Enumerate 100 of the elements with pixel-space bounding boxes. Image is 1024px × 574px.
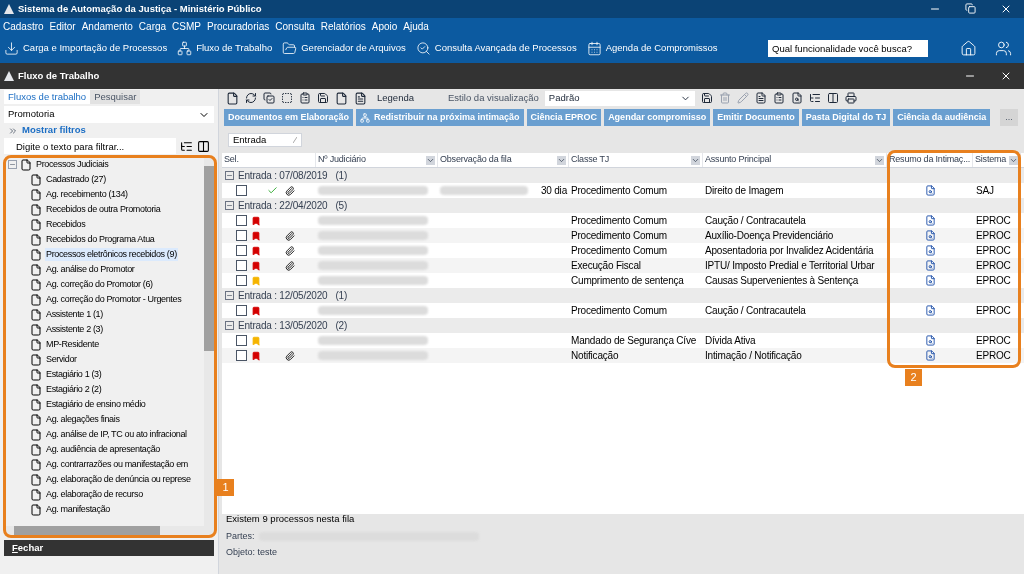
row-checkbox[interactable]	[236, 260, 247, 271]
tree-item[interactable]: Assistente 2 (3)	[45, 322, 104, 337]
column-header[interactable]: Classe TJ	[569, 153, 703, 167]
home-icon[interactable]	[960, 40, 977, 57]
dropdown-icon[interactable]	[426, 155, 435, 165]
document-search-icon[interactable]	[924, 350, 936, 361]
filters-link[interactable]: Mostrar filtros	[0, 123, 218, 138]
collapse-icon[interactable]	[225, 291, 234, 300]
column-header[interactable]: Resumo da Intimaç...	[887, 153, 973, 167]
dropdown-icon[interactable]	[691, 155, 700, 165]
menu-item[interactable]: Consulta	[275, 18, 315, 34]
document-search-icon[interactable]	[924, 185, 936, 196]
tree-item[interactable]: Assistente 1 (1)	[45, 307, 104, 322]
collapse-icon[interactable]	[225, 321, 234, 330]
row-checkbox[interactable]	[236, 230, 247, 241]
view-style-select[interactable]: Padrão	[544, 90, 695, 106]
row-checkbox[interactable]	[236, 275, 247, 286]
document-search-icon[interactable]	[924, 215, 936, 226]
tree-item[interactable]: Recebidos	[45, 217, 87, 232]
column-header[interactable]: Assunto Principal	[703, 153, 887, 167]
restore-icon[interactable]	[965, 3, 976, 14]
tree-item[interactable]: Estagiário 2 (2)	[45, 382, 103, 397]
toolbar-button[interactable]: Carga e Importação de Processos	[4, 41, 168, 56]
tree-item[interactable]: Servidor	[45, 352, 78, 367]
tree-icon[interactable]	[808, 92, 821, 104]
tree-item[interactable]: Ag. análise de IP, TC ou ato infracional	[45, 427, 188, 442]
toolbar-button[interactable]: Fluxo de Trabalho	[177, 41, 273, 56]
tree-item[interactable]: Estagiário 1 (3)	[45, 367, 103, 382]
row-checkbox[interactable]	[236, 215, 247, 226]
dropdown[interactable]: Promotoria	[4, 106, 214, 123]
dropdown-icon[interactable]	[875, 155, 884, 165]
new-document-icon[interactable]	[226, 91, 239, 105]
document-search-icon[interactable]	[924, 260, 936, 271]
tree-item[interactable]: Ag. análise do Promotor	[45, 262, 136, 277]
more-button[interactable]: ...	[1000, 109, 1018, 126]
users-icon[interactable]	[995, 40, 1012, 57]
close-button[interactable]: Fechar	[4, 540, 214, 556]
document-search-icon[interactable]	[924, 245, 936, 256]
tree-item[interactable]: Ag. manifestação	[45, 502, 111, 517]
tree-item[interactable]: Processos eletrônicos recebidos (9)	[45, 247, 178, 262]
columns-icon[interactable]	[826, 92, 839, 104]
collapse-icon[interactable]	[8, 160, 17, 169]
clipboard-icon[interactable]	[299, 92, 311, 104]
uncheck-all-icon[interactable]	[281, 92, 293, 104]
close-icon[interactable]	[1000, 70, 1012, 82]
close-icon[interactable]	[1000, 3, 1012, 15]
tree-item[interactable]: Ag. audiência de apresentação	[45, 442, 161, 457]
tree-item[interactable]: Ag. recebimento (134)	[45, 187, 129, 202]
tree-item[interactable]: Ag. correção do Promotor - Urgentes	[45, 292, 183, 307]
column-header[interactable]: Observação da fila	[438, 153, 569, 167]
menu-item[interactable]: Cadastro	[3, 18, 44, 34]
collapse-tree-icon[interactable]	[197, 139, 210, 153]
tree-item[interactable]: Ag. contrarrazões ou manifestação em	[45, 457, 189, 472]
toolbar-button[interactable]: Gerenciador de Arquivos	[282, 41, 406, 56]
check-all-icon[interactable]	[263, 92, 275, 104]
menu-item[interactable]: Apoio	[371, 18, 398, 34]
clipboard-icon[interactable]	[772, 92, 785, 104]
scrollbar[interactable]	[4, 526, 214, 536]
tree-item[interactable]: Recebidos de outra Promotoria	[45, 202, 162, 217]
row-checkbox[interactable]	[236, 335, 247, 346]
menu-item[interactable]: Carga	[138, 18, 167, 34]
tree-item[interactable]: Estagiário de ensino médio	[45, 397, 147, 412]
row-checkbox[interactable]	[236, 245, 247, 256]
menu-item[interactable]: Ajuda	[403, 18, 429, 34]
tree-item[interactable]: Recebidos do Programa Atua	[45, 232, 156, 247]
tree-item[interactable]: Ag. correção do Promotor (6)	[45, 277, 154, 292]
collapse-icon[interactable]	[225, 171, 234, 180]
menu-item[interactable]: Relatórios	[320, 18, 366, 34]
row-checkbox[interactable]	[236, 350, 247, 361]
save-icon[interactable]	[700, 92, 713, 104]
column-header[interactable]: Sistema	[973, 153, 1021, 167]
expand-tree-icon[interactable]	[180, 139, 193, 153]
toolbar-button[interactable]: Consulta Avançada de Processos	[415, 41, 577, 56]
tree-item[interactable]: Ag. elaboração de recurso	[45, 487, 144, 502]
sidebar-tab[interactable]: Fluxos de trabalho	[4, 90, 91, 104]
column-header[interactable]: Sel.	[222, 153, 316, 167]
group-by-chip[interactable]: Entrada	[228, 133, 302, 147]
search-field[interactable]: Qual funcionalidade você busca?	[768, 40, 928, 57]
print-icon[interactable]	[844, 92, 857, 104]
collapse-icon[interactable]	[225, 201, 234, 210]
menu-item[interactable]: Procuradorias	[207, 18, 270, 34]
tree-item[interactable]: Ag. alegações finais	[45, 412, 121, 427]
document-search-icon[interactable]	[924, 305, 936, 316]
document-icon[interactable]	[354, 91, 367, 105]
tree-item[interactable]: Ag. elaboração de denúncia ou represe	[45, 472, 192, 487]
column-header[interactable]: Nº Judiciário	[316, 153, 438, 167]
document-search-icon[interactable]	[924, 335, 936, 346]
document-icon[interactable]	[754, 92, 767, 104]
dropdown-icon[interactable]	[557, 155, 566, 165]
menu-item[interactable]: CSMP	[172, 18, 201, 34]
document-icon[interactable]	[335, 91, 348, 105]
toolbar-button[interactable]: Agenda de Compromissos	[586, 41, 718, 56]
tree-item[interactable]: Cadastrado (27)	[45, 172, 107, 187]
dropdown-icon[interactable]	[1009, 155, 1018, 165]
save-icon[interactable]	[317, 92, 329, 104]
menu-item[interactable]: Andamento	[81, 18, 133, 34]
document-search-icon[interactable]	[924, 275, 936, 286]
tree-item[interactable]: MP-Residente	[45, 337, 100, 352]
document-search-icon[interactable]	[924, 230, 936, 241]
sidebar-tab[interactable]: Pesquisar	[90, 90, 141, 104]
